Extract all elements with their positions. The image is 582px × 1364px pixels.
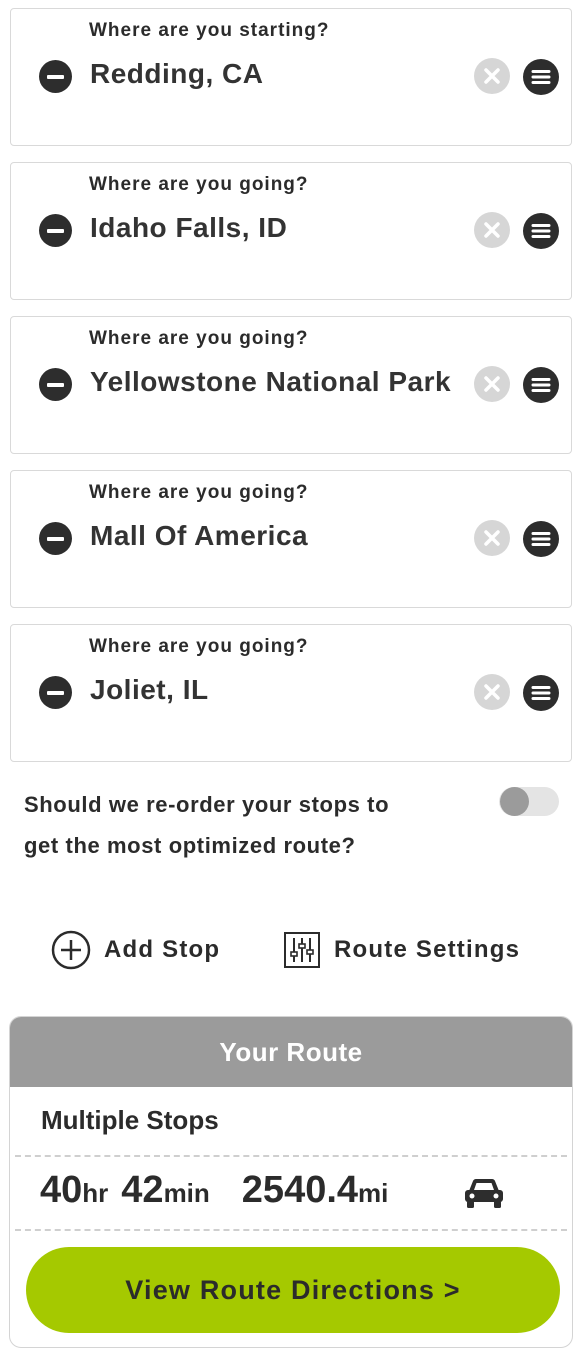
route-header: Your Route xyxy=(10,1017,572,1087)
remove-stop-button[interactable] xyxy=(39,676,72,709)
route-settings-label: Route Settings xyxy=(334,936,521,963)
drag-handle-button[interactable] xyxy=(523,59,559,95)
clear-input-button[interactable] xyxy=(474,674,510,710)
clear-input-button[interactable] xyxy=(474,366,510,402)
sliders-icon xyxy=(284,932,320,968)
plus-circle-icon xyxy=(51,930,91,970)
stop-card: Where are you going? Yellowstone Nationa… xyxy=(10,316,572,454)
drag-handle-button[interactable] xyxy=(523,367,559,403)
remove-stop-button[interactable] xyxy=(39,368,72,401)
toggle-knob xyxy=(500,787,529,816)
duration-minutes: 42 xyxy=(121,1169,164,1211)
stop-input[interactable]: Joliet, IL xyxy=(90,674,209,706)
route-settings-button[interactable]: Route Settings xyxy=(283,930,520,970)
car-icon xyxy=(465,1179,503,1208)
duration-hours-unit: hr xyxy=(82,1178,109,1208)
clear-input-button[interactable] xyxy=(474,520,510,556)
reorder-icon xyxy=(531,378,551,392)
optimize-route-toggle[interactable] xyxy=(499,787,559,816)
stop-label: Where are you going? xyxy=(89,174,309,195)
reorder-icon xyxy=(531,70,551,84)
distance-value: 2540.4 xyxy=(241,1169,359,1211)
drag-handle-button[interactable] xyxy=(523,675,559,711)
divider xyxy=(15,1229,567,1231)
stop-card: Where are you going? Mall Of America xyxy=(10,470,572,608)
optimize-route-line2: get the most optimized route? xyxy=(24,833,356,858)
close-icon xyxy=(484,68,500,84)
stop-label: Where are you going? xyxy=(89,482,309,503)
clear-input-button[interactable] xyxy=(474,58,510,94)
stop-input[interactable]: Yellowstone National Park xyxy=(90,366,451,398)
remove-stop-button[interactable] xyxy=(39,60,72,93)
divider xyxy=(15,1155,567,1157)
reorder-icon xyxy=(531,224,551,238)
clear-input-button[interactable] xyxy=(474,212,510,248)
route-summary-panel: Your Route Multiple Stops 40 hr 42 min 2… xyxy=(9,1016,573,1348)
remove-stop-button[interactable] xyxy=(39,214,72,247)
duration-hours: 40 xyxy=(40,1169,83,1211)
remove-stop-button[interactable] xyxy=(39,522,72,555)
reorder-icon xyxy=(531,532,551,546)
stop-input[interactable]: Mall Of America xyxy=(90,520,308,552)
close-icon xyxy=(484,376,500,392)
add-stop-button[interactable]: Add Stop xyxy=(51,930,220,970)
close-icon xyxy=(484,222,500,238)
stop-card: Where are you going? Joliet, IL xyxy=(10,624,572,762)
close-icon xyxy=(484,530,500,546)
close-icon xyxy=(484,684,500,700)
optimize-route-line1: Should we re-order your stops to xyxy=(24,792,390,817)
stop-input[interactable]: Idaho Falls, ID xyxy=(90,212,287,244)
route-stats: 40 hr 42 min 2540.4 mi xyxy=(40,1169,388,1212)
view-route-directions-button[interactable]: View Route Directions > xyxy=(26,1247,560,1333)
distance-unit: mi xyxy=(358,1178,389,1208)
optimize-route-text: Should we re-order your stops to get the… xyxy=(24,784,464,866)
stop-card: Where are you going? Idaho Falls, ID xyxy=(10,162,572,300)
stop-card-start: Where are you starting? Redding, CA xyxy=(10,8,572,146)
add-stop-label: Add Stop xyxy=(104,936,221,963)
drag-handle-button[interactable] xyxy=(523,213,559,249)
reorder-icon xyxy=(531,686,551,700)
route-subtitle: Multiple Stops xyxy=(41,1105,219,1135)
duration-minutes-unit: min xyxy=(163,1178,210,1208)
stop-label: Where are you going? xyxy=(89,636,309,657)
drag-handle-button[interactable] xyxy=(523,521,559,557)
stop-input[interactable]: Redding, CA xyxy=(90,58,264,90)
stop-label: Where are you going? xyxy=(89,328,309,349)
stop-label: Where are you starting? xyxy=(89,20,330,41)
